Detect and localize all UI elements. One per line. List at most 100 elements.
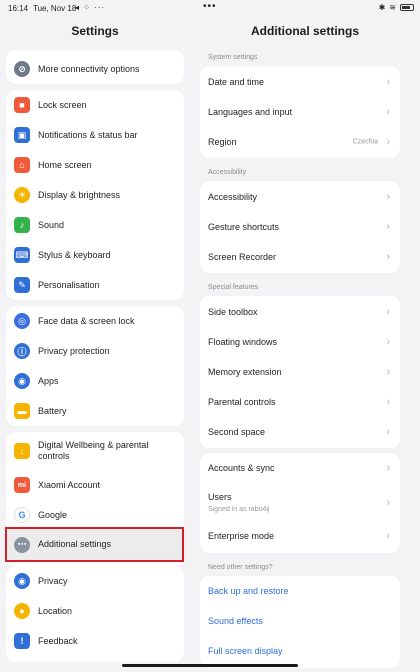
item-label: Users Signed in as rabo4ij — [208, 492, 270, 515]
link-label: Back up and restore — [208, 585, 289, 596]
settings-item-sound[interactable]: ♪ Sound — [6, 210, 184, 240]
settings-item-xiaomi-account[interactable]: mi Xiaomi Account — [6, 470, 184, 500]
settings-item-stylus-keyboard[interactable]: ⌨ Stylus & keyboard — [6, 240, 184, 270]
settings-list-pane: Settings ⊘ More connectivity options ■ L… — [0, 0, 190, 672]
card-system-settings: Date and time › Languages and input › Re… — [200, 66, 400, 158]
item-label: Accounts & sync — [208, 462, 275, 473]
settings-card-security: ◎ Face data & screen lock ⓘ Privacy prot… — [6, 306, 184, 426]
keyboard-icon: ⌨ — [14, 247, 30, 263]
gesture-home-bar[interactable] — [122, 664, 298, 667]
settings-item-label: Digital Wellbeing & parental controls — [38, 440, 149, 461]
item-date-time[interactable]: Date and time › — [200, 67, 400, 97]
settings-title: Settings — [71, 24, 119, 38]
settings-item-location[interactable]: ● Location — [6, 596, 184, 626]
item-floating-windows[interactable]: Floating windows › — [200, 327, 400, 357]
link-label: Full screen display — [208, 645, 283, 656]
settings-item-feedback[interactable]: ! Feedback — [6, 626, 184, 656]
settings-item-label: More connectivity options — [38, 63, 140, 74]
settings-item-apps[interactable]: ◉ Apps — [6, 366, 184, 396]
item-screen-recorder[interactable]: Screen Recorder › — [200, 242, 400, 272]
item-label: Languages and input — [208, 106, 293, 117]
location-icon: ● — [14, 603, 30, 619]
chevron-right-icon: › — [386, 76, 390, 88]
link-backup-restore[interactable]: Back up and restore — [200, 576, 400, 606]
region-value: Czechia — [352, 138, 378, 146]
item-label: Screen Recorder — [208, 251, 277, 262]
settings-item-label: Stylus & keyboard — [38, 249, 111, 260]
sound-icon: ♪ — [14, 217, 30, 233]
item-accounts-sync[interactable]: Accounts & sync › — [200, 453, 400, 483]
settings-item-more-connectivity[interactable]: ⊘ More connectivity options — [6, 54, 184, 84]
section-label-special: Special features — [208, 284, 259, 291]
settings-item-label: Privacy — [38, 575, 68, 586]
settings-item-label: Xiaomi Account — [38, 479, 101, 490]
item-side-toolbox[interactable]: Side toolbox › — [200, 297, 400, 327]
section-label-accessibility: Accessibility — [208, 169, 247, 176]
brush-icon: ✎ — [14, 277, 30, 293]
settings-item-label: Apps — [38, 375, 59, 386]
settings-item-display[interactable]: ☀ Display & brightness — [6, 180, 184, 210]
item-accessibility[interactable]: Accessibility › — [200, 182, 400, 212]
settings-item-label: Lock screen — [38, 99, 87, 110]
users-label: Users — [208, 491, 232, 502]
item-label: Accessibility — [208, 191, 258, 202]
item-languages-input[interactable]: Languages and input › — [200, 97, 400, 127]
settings-item-privacy[interactable]: ◉ Privacy — [6, 566, 184, 596]
chevron-right-icon: › — [386, 191, 390, 203]
settings-item-digital-wellbeing[interactable]: ↓ Digital Wellbeing & parental controls — [6, 432, 184, 470]
chevron-right-icon: › — [386, 366, 390, 378]
card-accounts: Accounts & sync › Users Signed in as rab… — [200, 453, 400, 553]
chevron-right-icon: › — [386, 396, 390, 408]
settings-item-additional-settings[interactable]: ⋯ Additional settings — [7, 529, 182, 560]
chevron-right-icon: › — [386, 106, 390, 118]
privacy-icon: ⓘ — [14, 343, 30, 359]
card-accessibility: Accessibility › Gesture shortcuts › Scre… — [200, 181, 400, 273]
link-sound-effects[interactable]: Sound effects — [200, 606, 400, 636]
settings-item-personalisation[interactable]: ✎ Personalisation — [6, 270, 184, 300]
chevron-right-icon: › — [386, 462, 390, 474]
apps-icon: ◉ — [14, 373, 30, 389]
item-second-space[interactable]: Second space › — [200, 417, 400, 447]
link-full-screen-display[interactable]: Full screen display — [200, 636, 400, 666]
item-label: Parental controls — [208, 396, 276, 407]
item-gesture-shortcuts[interactable]: Gesture shortcuts › — [200, 212, 400, 242]
settings-item-label: Additional settings — [38, 539, 112, 549]
chevron-right-icon: › — [386, 306, 390, 318]
item-users[interactable]: Users Signed in as rabo4ij › — [200, 483, 400, 523]
item-region[interactable]: Region Czechia › — [200, 127, 400, 157]
settings-item-battery[interactable]: ▬ Battery — [6, 396, 184, 426]
google-icon: G — [14, 507, 30, 523]
chevron-right-icon: › — [386, 426, 390, 438]
fingerprint-icon: ◎ — [14, 313, 30, 329]
link-label: Sound effects — [208, 615, 263, 626]
settings-item-google[interactable]: G Google — [6, 500, 184, 530]
item-enterprise-mode[interactable]: Enterprise mode › — [200, 521, 400, 551]
item-memory-extension[interactable]: Memory extension › — [200, 357, 400, 387]
item-label: Enterprise mode — [208, 530, 275, 541]
settings-item-face-data[interactable]: ◎ Face data & screen lock — [6, 306, 184, 336]
settings-item-label: Battery — [38, 405, 67, 416]
notification-icon: ▣ — [14, 127, 30, 143]
item-label: Floating windows — [208, 336, 278, 347]
settings-item-home-screen[interactable]: ⌂ Home screen — [6, 150, 184, 180]
settings-item-additional-settings-selected[interactable]: ⋯ Additional settings — [5, 527, 184, 562]
settings-item-privacy-protection[interactable]: ⓘ Privacy protection — [6, 336, 184, 366]
additional-settings-pane: Additional settings System settings Date… — [190, 0, 420, 672]
additional-settings-title: Additional settings — [251, 24, 359, 38]
link-icon: ⊘ — [14, 61, 30, 77]
item-parental-controls[interactable]: Parental controls › — [200, 387, 400, 417]
item-label: Gesture shortcuts — [208, 221, 280, 232]
item-label: Memory extension — [208, 366, 282, 377]
chevron-right-icon: › — [386, 221, 390, 233]
chevron-right-icon: › — [386, 497, 390, 509]
feedback-icon: ! — [14, 633, 30, 649]
brightness-icon: ☀ — [14, 187, 30, 203]
item-label: Region — [208, 136, 237, 147]
lock-icon: ■ — [14, 97, 30, 113]
section-label-need-other: Need other settings? — [208, 564, 273, 571]
item-label: Date and time — [208, 76, 265, 87]
settings-item-notifications[interactable]: ▣ Notifications & status bar — [6, 120, 184, 150]
card-special-features: Side toolbox › Floating windows › Memory… — [200, 296, 400, 448]
chevron-right-icon: › — [386, 336, 390, 348]
settings-item-lock-screen[interactable]: ■ Lock screen — [6, 90, 184, 120]
